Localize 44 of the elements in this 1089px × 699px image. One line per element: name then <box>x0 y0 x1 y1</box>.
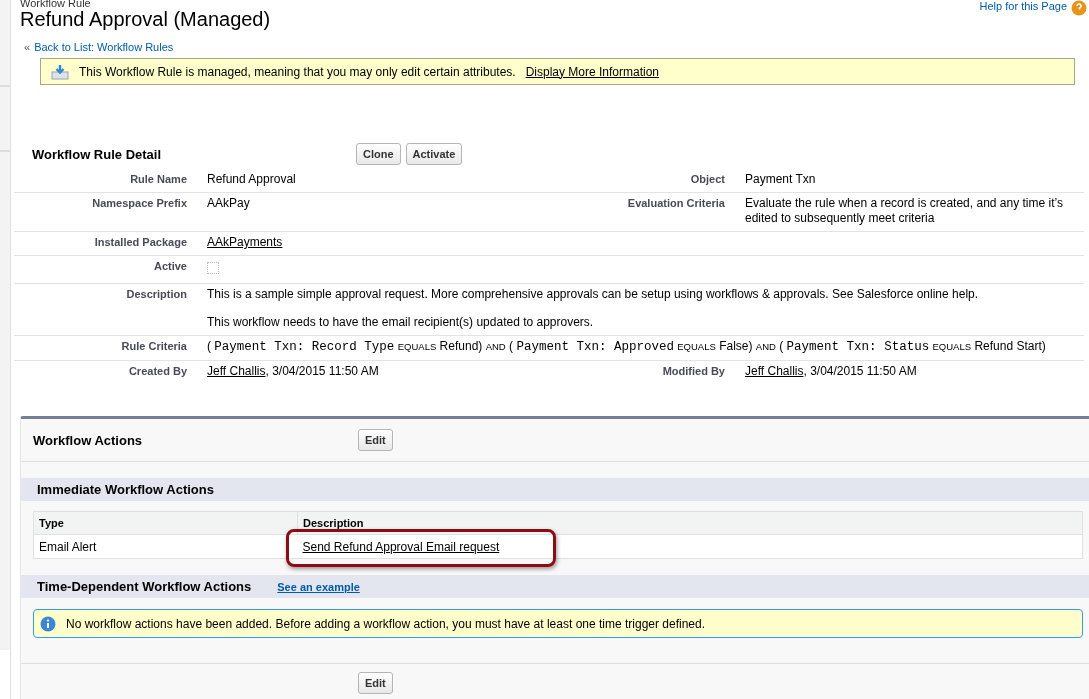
help-link[interactable]: Help for this Page <box>979 0 1067 12</box>
field-label: Object <box>690 173 725 185</box>
page-type-label: Workflow Rule <box>20 0 92 7</box>
back-link[interactable]: Back to List: Workflow Rules <box>34 41 174 53</box>
timestamp: , 3/04/2015 11:50 AM <box>803 364 917 378</box>
description-text: This is a sample simple approval request. More comprehensive approvals can be setup using workflows & approvals. See Salesforce online help. <box>207 287 980 302</box>
example-link[interactable]: See an example <box>277 580 360 593</box>
column-header: Type <box>33 511 298 535</box>
field-label: Installed Package <box>94 236 187 248</box>
subsection-title: Time-Dependent Workflow Actions <box>37 579 252 594</box>
email-alert-link[interactable]: Send Refund Approval Email request <box>302 539 500 554</box>
help-icon[interactable] <box>1071 0 1087 16</box>
info-icon <box>40 615 56 632</box>
field-label: Namespace Prefix <box>92 197 187 209</box>
timestamp: , 3/04/2015 11:50 AM <box>265 364 379 378</box>
column-header: Description <box>297 511 1083 535</box>
notice-text: This Workflow Rule is managed, meaning that you may only edit certain attributes. <box>79 64 516 79</box>
field-label: Modified By <box>662 365 725 377</box>
field-value: Payment Txn <box>745 172 816 186</box>
more-info-link[interactable]: Display More Information <box>525 64 660 79</box>
download-icon <box>51 63 69 80</box>
subsection-title: Immediate Workflow Actions <box>37 482 214 497</box>
page-title: Refund Approval (Managed) <box>20 7 271 31</box>
field-value: Evaluate the rule when a record is created, and any time it’s edited to subsequently meet criteria <box>745 196 1063 225</box>
field-label: Rule Name <box>130 173 187 185</box>
section-title: Workflow Rule Detail <box>32 146 163 162</box>
field-label: Description <box>126 288 187 300</box>
edit-button[interactable]: Edit <box>358 672 393 694</box>
table-cell: Email Alert <box>33 534 298 559</box>
info-text: No workflow actions have been added. Before adding a workflow action, you must have at least one time trigger defined. <box>66 616 706 631</box>
back-arrows: « <box>24 41 31 53</box>
field-value: AAkPay <box>207 196 250 210</box>
field-label: Active <box>153 260 187 272</box>
edit-button[interactable]: Edit <box>358 429 393 451</box>
criteria-text: ( Payment Txn: Record Type EQUALS Refund) AND ( Payment Txn: Approved EQUALS False) AND ( Payment Txn: Status EQUALS Refund Start) <box>207 339 1046 353</box>
field-label: Created By <box>128 365 187 377</box>
field-label: Rule Criteria <box>121 340 187 352</box>
field-label: Evaluation Criteria <box>627 197 725 209</box>
description-text: This workflow needs to have the email recipient(s) updated to approvers. <box>207 315 595 330</box>
action-button[interactable]: Activate <box>405 143 463 165</box>
field-value: Refund Approval <box>207 172 296 186</box>
package-link[interactable]: AAkPayments <box>207 235 283 249</box>
action-button[interactable]: Clone <box>356 143 401 165</box>
section-title: Workflow Actions <box>33 432 144 448</box>
